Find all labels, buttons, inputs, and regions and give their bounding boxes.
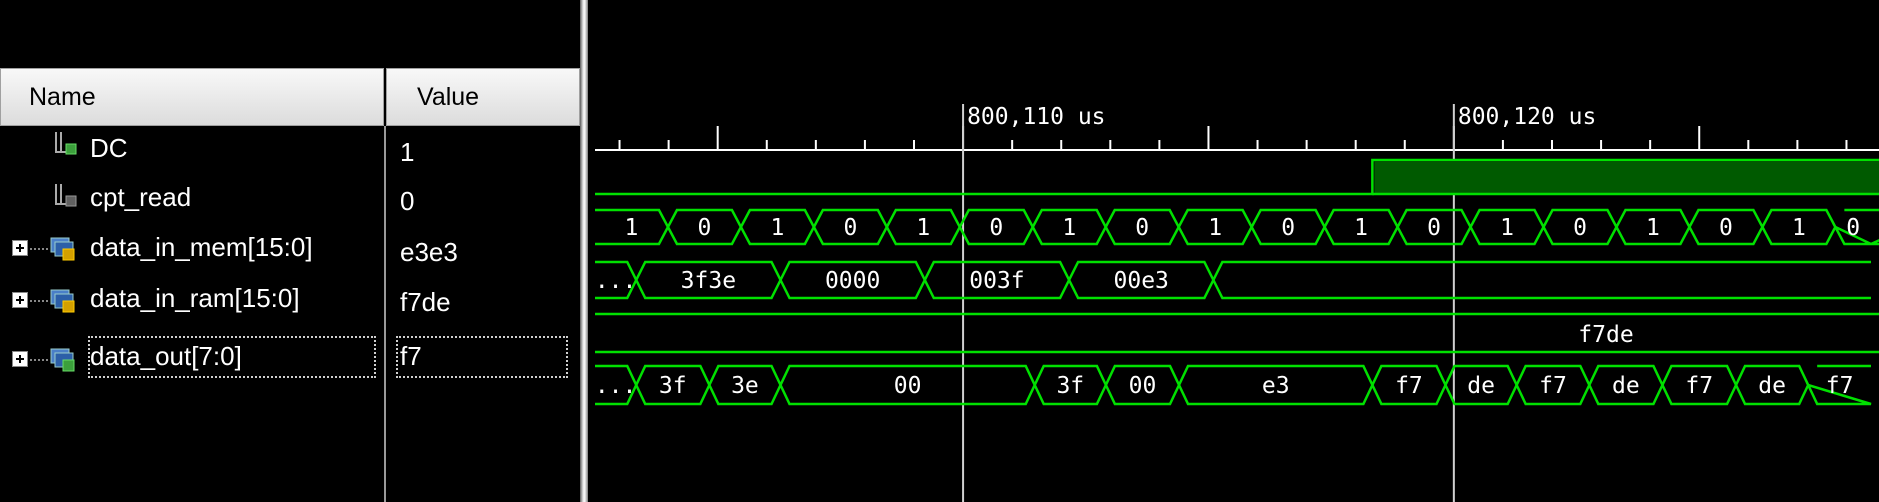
bit-signal-icon — [55, 132, 77, 155]
signal-name: cpt_read — [90, 182, 192, 212]
signal-row-cpt-read[interactable]: cpt_read 0 — [0, 172, 580, 224]
bus-signal-icon — [50, 289, 75, 313]
signal-value: 1 — [400, 137, 415, 167]
signal-panel-top — [0, 0, 580, 68]
data-out-value-label: f7 — [1685, 373, 1713, 399]
time-marker-label: 800,120 us — [1458, 104, 1596, 130]
data-in-ram-value-label: f7de — [1578, 322, 1633, 348]
cpt-read-value-label: 0 — [843, 215, 857, 241]
signal-value: e3e3 — [400, 237, 458, 267]
signal-name: DC — [90, 133, 128, 163]
data-out-value-label: de — [1612, 373, 1640, 399]
dc-high-fill — [1374, 161, 1879, 193]
data-out-value-label: 00 — [1129, 373, 1157, 399]
tree-connector — [30, 300, 48, 302]
signal-name: data_out[7:0] — [90, 341, 242, 371]
cpt-read-value-label: 1 — [1354, 215, 1368, 241]
expand-icon[interactable] — [12, 240, 28, 256]
data-in-mem-value-label: ... — [595, 268, 637, 294]
signal-row-data-out[interactable]: data_out[7:0] f7 — [0, 336, 580, 408]
data-out-value-label: de — [1758, 373, 1786, 399]
cpt-read-value-label: 0 — [1427, 215, 1441, 241]
cpt-read-segment — [1870, 208, 1879, 246]
cpt-read-value-label: 0 — [1281, 215, 1295, 241]
data-out-value-label: f7 — [1539, 373, 1567, 399]
cpt-read-value-label: 0 — [1846, 215, 1860, 241]
cpt-read-value-label: 0 — [989, 215, 1003, 241]
focus-outline — [396, 336, 568, 378]
data-out-value-label: e3 — [1262, 373, 1290, 399]
cpt-read-value-label: 0 — [1135, 215, 1149, 241]
cpt-read-value-label: 0 — [698, 215, 712, 241]
cpt-read-value-label: 1 — [1500, 215, 1514, 241]
signal-value: 0 — [400, 186, 415, 216]
bit-signal-icon — [55, 184, 77, 207]
value-column-header[interactable]: Value — [386, 68, 580, 126]
data-out-value-label: ... — [595, 373, 637, 399]
name-column-header[interactable]: Name — [0, 68, 384, 126]
data-out-value-label: 3f — [659, 373, 687, 399]
signal-value: f7de — [400, 287, 451, 317]
waveform-panel[interactable]: 800,110 us800,120 us1010101010101010101.… — [588, 0, 1879, 502]
data-in-mem-value-label: 00e3 — [1114, 268, 1169, 294]
cpt-read-value-label: 1 — [1792, 215, 1806, 241]
cpt-read-value-label: 1 — [1062, 215, 1076, 241]
cpt-read-value-label: 0 — [1573, 215, 1587, 241]
expand-icon[interactable] — [12, 351, 28, 367]
cpt-read-value-label: 1 — [916, 215, 930, 241]
signal-name: data_in_mem[15:0] — [90, 232, 313, 262]
data-out-value-label: f7 — [1826, 373, 1854, 399]
tree-connector — [30, 359, 48, 361]
time-marker-label: 800,110 us — [967, 104, 1105, 130]
data-in-mem-value-label: 003f — [969, 268, 1024, 294]
signal-row-data-in-mem[interactable]: data_in_mem[15:0] e3e3 — [0, 224, 580, 276]
data-out-value-label: 3e — [731, 373, 759, 399]
cpt-read-value-label: 1 — [625, 215, 639, 241]
data-in-mem-value-label: 0000 — [825, 268, 880, 294]
signal-row-data-in-ram[interactable]: data_in_ram[15:0] f7de — [0, 276, 580, 328]
data-out-value-label: 3f — [1056, 373, 1084, 399]
data-out-value-label: f7 — [1395, 373, 1423, 399]
bus-signal-icon — [50, 237, 75, 261]
signal-column-header: Name Value — [0, 68, 580, 126]
cpt-read-value-label: 0 — [1719, 215, 1733, 241]
signal-row-dc[interactable]: DC 1 — [0, 120, 580, 172]
cpt-read-value-label: 1 — [770, 215, 784, 241]
data-in-mem-segment — [1212, 260, 1871, 300]
data-in-mem-value-label: 3f3e — [681, 268, 736, 294]
cpt-read-value-label: 1 — [1646, 215, 1660, 241]
cpt-read-value-label: 1 — [1208, 215, 1222, 241]
tree-connector — [30, 248, 48, 250]
data-out-value-label: de — [1467, 373, 1495, 399]
data-out-value-label: 00 — [894, 373, 922, 399]
expand-icon[interactable] — [12, 292, 28, 308]
bus-signal-icon — [50, 348, 75, 372]
signal-value: f7 — [400, 341, 422, 371]
pane-splitter[interactable] — [580, 0, 588, 502]
signal-name: data_in_ram[15:0] — [90, 283, 300, 313]
